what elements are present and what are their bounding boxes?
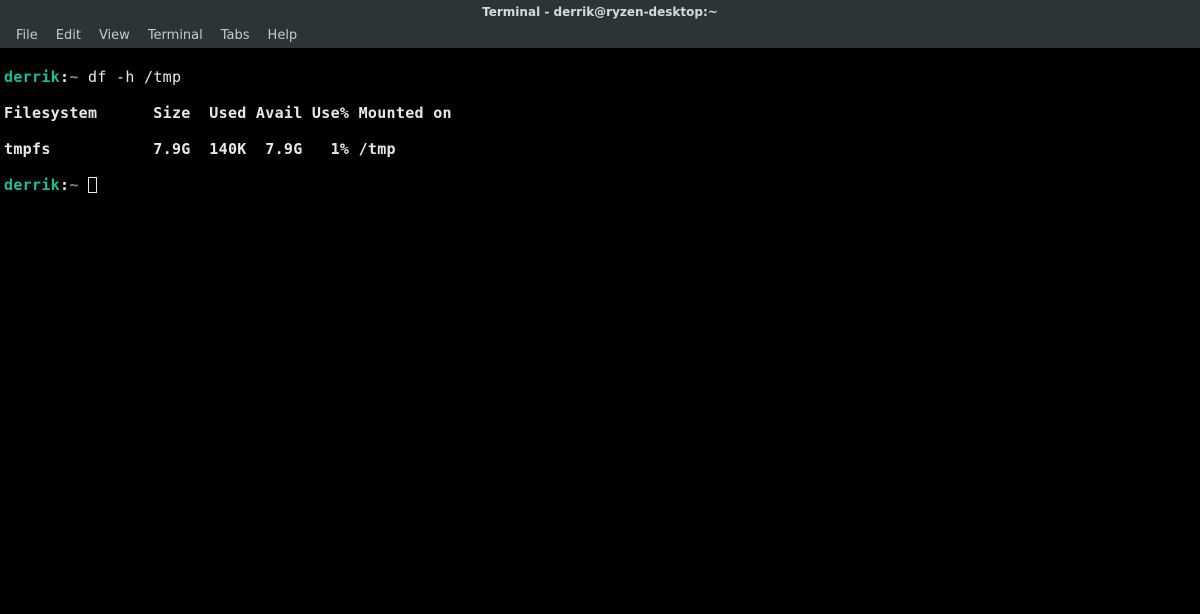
menu-edit[interactable]: Edit xyxy=(48,25,89,46)
menu-help[interactable]: Help xyxy=(260,25,306,46)
prompt-separator: : xyxy=(60,68,69,86)
df-output-row: tmpfs 7.9G 140K 7.9G 1% /tmp xyxy=(4,140,1196,158)
menu-terminal[interactable]: Terminal xyxy=(140,25,211,46)
menu-tabs[interactable]: Tabs xyxy=(213,25,258,46)
prompt-user: derrik xyxy=(4,68,60,86)
prompt-path: ~ xyxy=(69,68,78,86)
terminal-cursor xyxy=(88,177,97,193)
command-text: df -h /tmp xyxy=(88,68,181,86)
window-titlebar: Terminal - derrik@ryzen-desktop:~ xyxy=(0,0,1200,23)
menubar: File Edit View Terminal Tabs Help xyxy=(0,23,1200,48)
terminal-line-prompt-active: derrik:~ xyxy=(4,176,1196,194)
menu-view[interactable]: View xyxy=(91,25,138,46)
prompt-path: ~ xyxy=(69,176,78,194)
prompt-separator: : xyxy=(60,176,69,194)
window-title: Terminal - derrik@ryzen-desktop:~ xyxy=(482,5,718,19)
prompt-user: derrik xyxy=(4,176,60,194)
menu-file[interactable]: File xyxy=(8,25,46,46)
terminal-line-prompt: derrik:~ df -h /tmp xyxy=(4,68,1196,86)
df-output-header: Filesystem Size Used Avail Use% Mounted … xyxy=(4,104,1196,122)
terminal-output-area[interactable]: derrik:~ df -h /tmp Filesystem Size Used… xyxy=(0,48,1200,214)
